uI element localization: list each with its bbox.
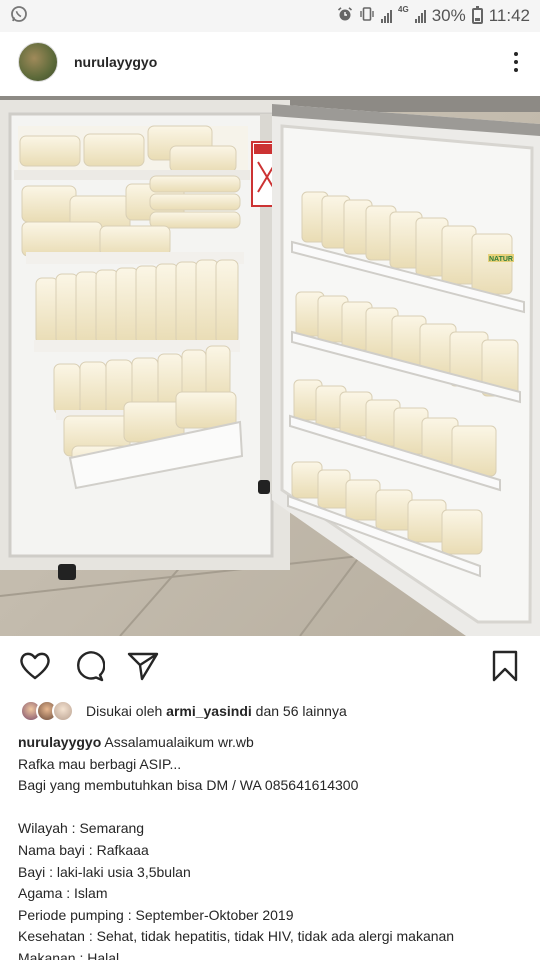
battery-percent: 30% (431, 6, 466, 25)
status-bar: 4G 30% 11:42 (0, 0, 540, 32)
caption-line: Nama bayi : Rafkaaa (18, 841, 149, 858)
caption-line: Wilayah : Semarang (18, 820, 145, 837)
caption-line: Periode pumping : September-Oktober 2019 (18, 906, 294, 923)
post-actions (0, 644, 540, 688)
clock: 11:42 (488, 6, 530, 25)
liked-by-user[interactable]: armi_yasindi (166, 703, 252, 719)
likes-summary[interactable]: Disukai oleh armi_yasindi dan 56 lainnya (20, 698, 347, 724)
caption-blank-line (18, 797, 528, 819)
bookmark-icon[interactable] (488, 649, 522, 683)
liked-by-prefix: Disukai oleh (86, 703, 163, 719)
post-header: nurulayygyo (0, 32, 540, 92)
post-username[interactable]: nurulayygyo (74, 54, 157, 70)
liker-avatars (20, 700, 74, 722)
avatar[interactable] (18, 42, 58, 82)
vibrate-icon (359, 6, 375, 27)
caption-line: Bagi yang membutuhkan bisa DM / WA 08564… (18, 777, 359, 794)
share-direct-icon[interactable] (126, 649, 160, 683)
caption-line: Agama : Islam (18, 885, 108, 902)
like-heart-icon[interactable] (18, 649, 52, 683)
signal-icon (381, 9, 393, 23)
alarm-icon (337, 6, 353, 27)
whatsapp-icon (10, 5, 28, 28)
bag-brand-label: NATUR (489, 256, 513, 263)
caption-line: Bayi : laki-laki usia 3,5bulan (18, 863, 191, 880)
caption-line: nurulayygyo Assalamualaikum wr.wb (18, 734, 254, 750)
battery-icon (471, 6, 483, 24)
more-options-icon[interactable] (510, 46, 522, 78)
caption-line: Kesehatan : Sehat, tidak hepatitis, tida… (18, 928, 455, 945)
caption-line: Rafka mau berbagi ASIP... (18, 755, 182, 772)
signal-icon-2 (414, 9, 426, 23)
post-photo[interactable]: NATUR (0, 96, 540, 636)
network-type-label: 4G (398, 4, 409, 14)
avatar (52, 700, 74, 722)
caption-line: Makanan : Halal (18, 949, 120, 960)
comment-icon[interactable] (72, 649, 106, 683)
liked-by-suffix[interactable]: dan 56 lainnya (256, 703, 347, 719)
caption-author[interactable]: nurulayygyo (18, 734, 101, 750)
post-caption: nurulayygyo Assalamualaikum wr.wb Rafka … (18, 732, 528, 960)
